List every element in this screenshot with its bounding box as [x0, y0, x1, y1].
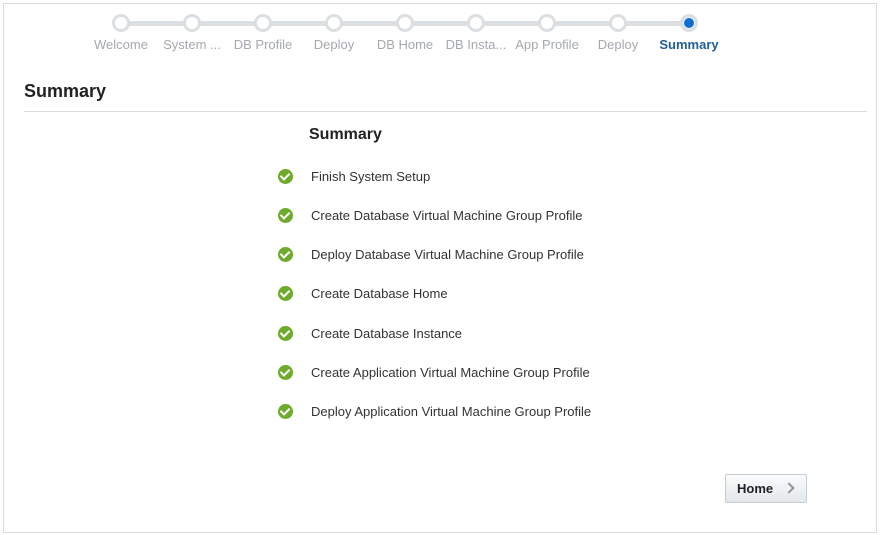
train-stop[interactable]: Deploy — [582, 14, 654, 53]
train-stop[interactable]: App Profile — [511, 14, 583, 53]
home-button-label: Home — [737, 481, 774, 496]
stop-icon — [183, 14, 201, 32]
check-circle-icon — [278, 246, 293, 262]
task-label: Create Database Virtual Machine Group Pr… — [311, 207, 583, 223]
task-item: Create Database Instance — [278, 323, 462, 343]
train-stop[interactable]: DB Profile — [227, 14, 299, 53]
task-item: Finish System Setup — [278, 166, 430, 186]
train-stop-label: DB Insta... — [445, 37, 507, 52]
task-label: Finish System Setup — [311, 168, 431, 184]
task-item: Deploy Application Virtual Machine Group… — [278, 401, 591, 421]
home-button[interactable]: Home — [725, 474, 807, 503]
train-stop-label: Deploy — [597, 37, 639, 52]
train-stop[interactable]: Welcome — [85, 14, 157, 53]
train-stop-label: Deploy — [313, 37, 355, 52]
train-stop-label: Summary — [659, 37, 719, 52]
task-item: Create Application Virtual Machine Group… — [278, 362, 590, 382]
stop-icon — [467, 14, 485, 32]
stop-icon — [396, 14, 414, 32]
task-label: Deploy Database Virtual Machine Group Pr… — [311, 246, 584, 262]
current-stop-icon — [680, 14, 698, 32]
task-label: Deploy Application Virtual Machine Group… — [311, 403, 592, 419]
task-label: Create Application Virtual Machine Group… — [311, 364, 590, 380]
stop-icon — [609, 14, 627, 32]
task-item: Create Database Virtual Machine Group Pr… — [278, 205, 582, 225]
check-circle-icon — [278, 325, 293, 341]
train-stop-label: App Profile — [515, 37, 579, 52]
check-circle-icon — [278, 207, 293, 223]
stop-icon — [112, 14, 130, 32]
task-label: Create Database Instance — [311, 325, 463, 341]
check-circle-icon — [278, 285, 293, 301]
stop-icon — [254, 14, 272, 32]
task-item: Deploy Database Virtual Machine Group Pr… — [278, 244, 584, 264]
task-label: Create Database Home — [311, 285, 448, 301]
task-item: Create Database Home — [278, 283, 448, 303]
train-stop: Summary — [653, 14, 725, 53]
train-stop[interactable]: DB Insta... — [440, 14, 512, 53]
check-circle-icon — [278, 403, 293, 419]
train-stop[interactable]: Deploy — [298, 14, 370, 53]
train-stop[interactable]: DB Home — [369, 14, 441, 53]
check-circle-icon — [278, 364, 293, 380]
train-stop[interactable]: System ... — [156, 14, 228, 53]
stop-icon — [325, 14, 343, 32]
train-stop-label: DB Home — [376, 37, 434, 52]
page-title: Summary — [24, 81, 107, 101]
title-divider — [24, 111, 867, 112]
train-stop-label: System ... — [163, 37, 221, 52]
train-stop-label: DB Profile — [233, 37, 293, 52]
train-stop-label: Welcome — [94, 37, 148, 52]
chevron-right-icon — [783, 482, 795, 494]
check-circle-icon — [278, 168, 293, 184]
stop-icon — [538, 14, 556, 32]
wizard-panel — [3, 3, 877, 533]
summary-heading: Summary — [309, 126, 382, 143]
